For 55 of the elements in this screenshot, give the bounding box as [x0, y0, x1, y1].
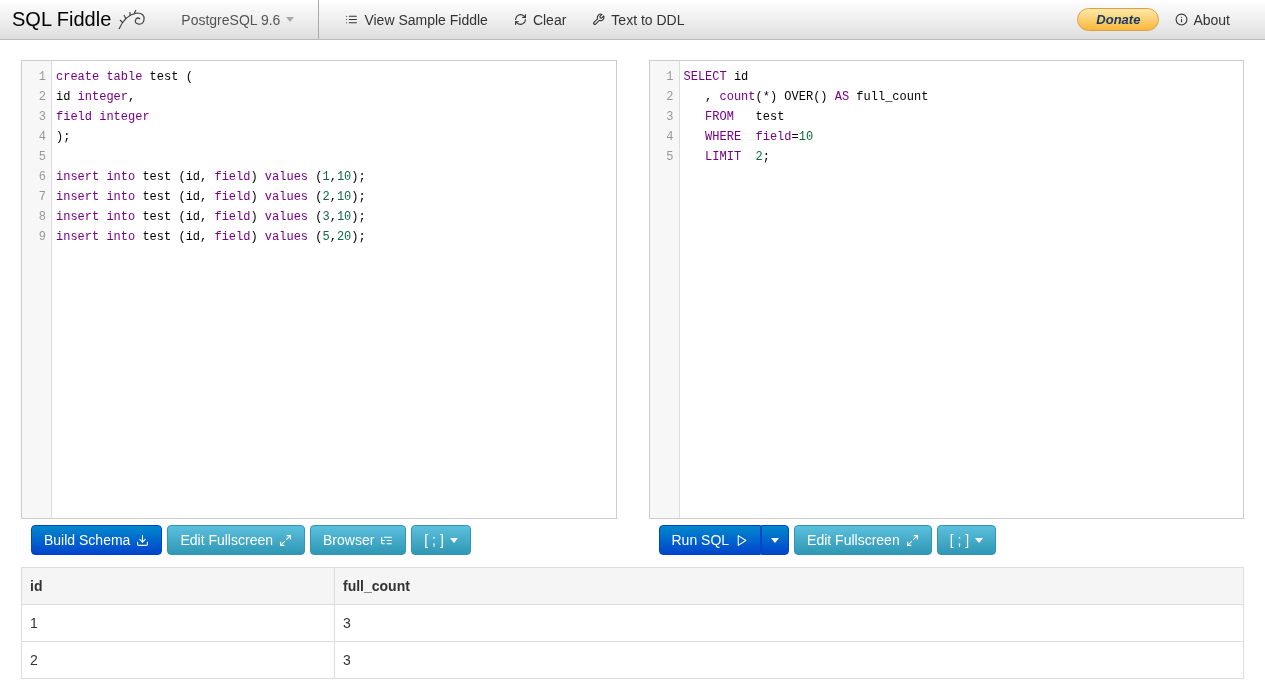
code-line: LIMIT 2;	[704, 149, 770, 166]
code-line: , count(*) OVER() AS full_count	[704, 89, 929, 106]
line-number: 4	[665, 129, 674, 146]
dropdown-toggle[interactable]	[761, 525, 790, 555]
query-editor[interactable]: 1 2 3 4 5 SELECT id , count(*) OVER() AS full_count FROM test WHERE field=10 LIMIT 2;	[648, 60, 1244, 519]
code-line: );	[56, 129, 71, 146]
line-number: 9	[37, 229, 46, 246]
line-number: 1	[37, 69, 46, 86]
column-header: id	[29, 577, 44, 596]
about-link[interactable]: About	[1175, 11, 1230, 28]
caret-icon	[975, 537, 984, 543]
caret-icon	[771, 537, 780, 543]
toolbar-button[interactable]: Run SQL	[658, 525, 762, 555]
fern-logo-icon	[117, 8, 148, 31]
nav-link[interactable]: Clear	[513, 11, 567, 28]
database-dropdown[interactable]: PostgreSQL 9.6	[147, 0, 320, 39]
line-number: 3	[665, 109, 674, 126]
info-icon	[1175, 13, 1189, 26]
play-icon	[735, 533, 749, 547]
line-number: 7	[37, 189, 46, 206]
line-number: 5	[665, 149, 674, 166]
line-number: 5	[37, 149, 46, 166]
code-line: WHERE field=10	[704, 129, 814, 146]
download-icon	[136, 533, 150, 547]
caret-icon	[449, 537, 458, 543]
caret-icon	[286, 17, 295, 22]
line-number: 8	[37, 209, 46, 226]
brand-title[interactable]: SQL Fiddle	[0, 8, 118, 31]
wrench-icon	[592, 13, 606, 26]
list-icon	[345, 13, 359, 26]
code-line: insert into test (id, field) values (1,10);	[56, 169, 366, 186]
line-number: 3	[37, 109, 46, 126]
table-cell-text: 2	[29, 651, 39, 670]
code-line: insert into test (id, field) values (3,10);	[56, 209, 366, 226]
table-cell-text: 1	[29, 614, 39, 633]
donate-button[interactable]: Donate	[1077, 8, 1160, 31]
nav-link[interactable]: View Sample Fiddle	[345, 11, 488, 28]
code-line: insert into test (id, field) values (5,20);	[56, 229, 366, 246]
code-line: insert into test (id, field) values (2,10);	[56, 189, 366, 206]
code-line: field integer	[56, 109, 150, 126]
expand-arrows-icon	[279, 533, 292, 547]
code-line: create table test (	[56, 69, 193, 86]
expand-arrows-icon	[905, 533, 919, 547]
line-number: 4	[37, 129, 46, 146]
code-line: id integer,	[56, 89, 136, 106]
code-line: FROM test	[704, 109, 785, 126]
line-number: 2	[665, 89, 674, 106]
line-number: 2	[37, 89, 46, 106]
refresh-icon	[513, 13, 527, 26]
line-number: 6	[37, 169, 46, 186]
code-line: SELECT id	[683, 69, 749, 86]
table-cell: 3	[334, 642, 1243, 678]
line-number: 1	[665, 69, 674, 86]
nav-link[interactable]: Text to DDL	[592, 11, 685, 28]
toolbar-button[interactable]: Build Schema	[31, 525, 163, 555]
